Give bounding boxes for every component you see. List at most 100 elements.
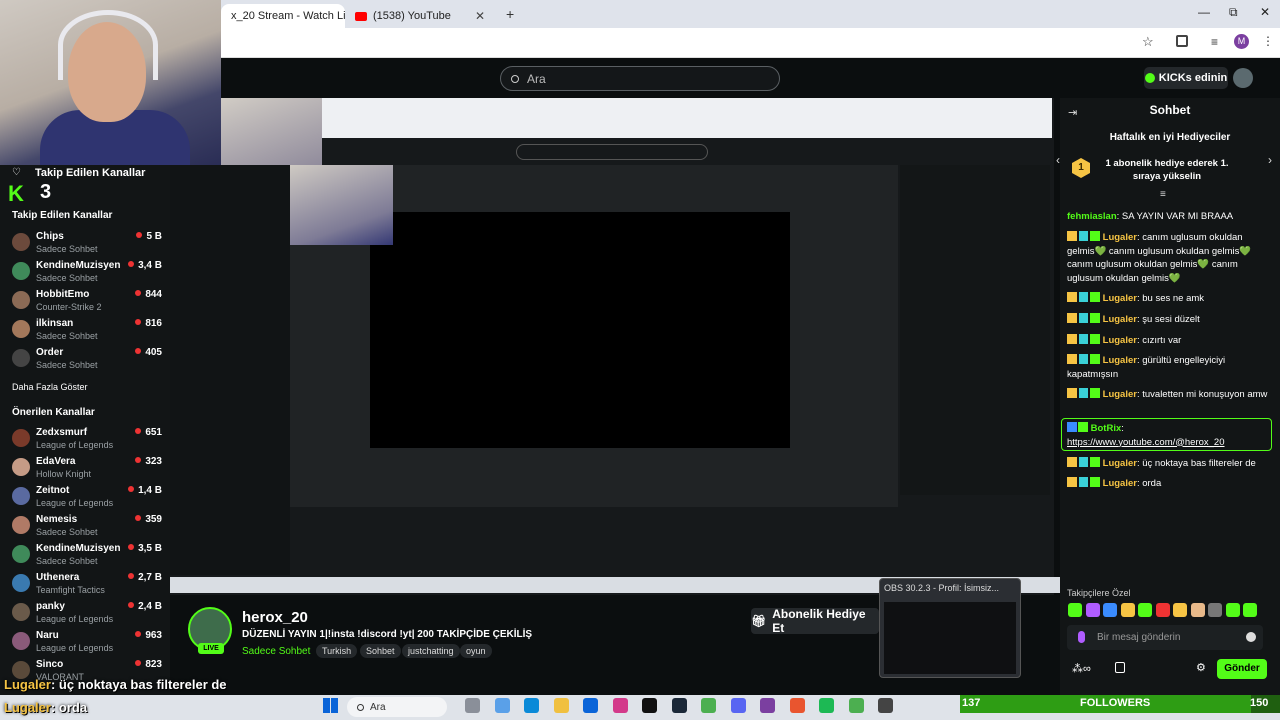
chat-link[interactable]: https://www.youtube.com/@herox_20 [1067, 437, 1225, 448]
emoji-icon[interactable] [1246, 632, 1256, 642]
channel-row[interactable]: Naru League of Legends 963 [12, 628, 162, 656]
user-avatar[interactable] [1233, 68, 1253, 88]
gift-subscription-button[interactable]: 🎁︎ Abonelik Hediye Et [751, 607, 879, 635]
media-control-icon[interactable]: ≡ [1211, 35, 1218, 49]
taskbar-app-icon[interactable] [760, 698, 775, 713]
chat-input[interactable]: Bir mesaj gönderin [1067, 625, 1263, 650]
taskbar-app-icon[interactable] [878, 698, 893, 713]
taskbar-app-icon[interactable] [465, 698, 480, 713]
chevron-right-icon[interactable]: › [1268, 153, 1272, 167]
channel-category: League of Legends [36, 498, 114, 508]
tag-justchatting[interactable]: justchatting [402, 644, 460, 658]
channel-name: HobbitEmo [36, 289, 90, 300]
send-button[interactable]: Gönder [1217, 659, 1267, 679]
taskbar-search[interactable]: Ara [347, 697, 447, 717]
emote-icon[interactable] [1085, 603, 1100, 617]
gift-box-icon[interactable] [1115, 662, 1125, 673]
channel-row[interactable]: KendineMuzisyen Sadece Sohbet 3,5 B [12, 541, 162, 569]
chat-username[interactable]: Lugaler [1103, 232, 1137, 243]
taskbar-app-icon[interactable] [789, 698, 805, 713]
chat-username[interactable]: fehmiaslan [1067, 211, 1117, 222]
channel-row[interactable]: Nemesis Sadece Sohbet 359 [12, 512, 162, 540]
close-window-button[interactable]: ✕ [1260, 5, 1270, 19]
channel-row[interactable]: EdaVera Hollow Knight 323 [12, 454, 162, 482]
channel-row[interactable]: ilkinsan Sadece Sohbet 816 [12, 316, 162, 344]
channel-row[interactable]: Chips Sadece Sohbet 5 B [12, 229, 162, 257]
chat-username[interactable]: Lugaler [1103, 314, 1137, 325]
settings-gear-icon[interactable]: ⚙ [1196, 661, 1206, 674]
chat-username[interactable]: BotRix [1091, 423, 1122, 434]
taskbar-app-icon[interactable] [642, 698, 657, 713]
minimize-button[interactable]: — [1198, 5, 1210, 19]
channel-row[interactable]: Uthenera Teamfight Tactics 2,7 B [12, 570, 162, 598]
stream-title: DÜZENLİ YAYIN 1|!insta !discord !yt| 200… [242, 629, 533, 640]
emote-icon[interactable] [1173, 603, 1187, 617]
channel-row[interactable]: KendineMuzisyen Sadece Sohbet 3,4 B [12, 258, 162, 286]
chevron-left-icon[interactable]: ‹ [1056, 153, 1060, 167]
chat-tools-icon[interactable]: ⁂∞ [1072, 662, 1091, 675]
emote-icon[interactable] [1225, 603, 1240, 617]
streamer-name[interactable]: herox_20 [242, 609, 308, 626]
taskbar-app-icon[interactable] [583, 698, 598, 713]
tag-sohbet[interactable]: Sohbet [360, 644, 401, 658]
kicks-button[interactable]: KICKs edinin [1144, 67, 1228, 89]
chat-username[interactable]: Lugaler [1103, 293, 1137, 304]
chat-badges-icon [1067, 334, 1100, 344]
show-more-link[interactable]: Daha Fazla Göster [12, 382, 88, 392]
channel-name: panky [36, 601, 65, 612]
taskbar-app-icon[interactable] [494, 698, 510, 713]
top-gifters-title: Haftalık en iyi Hediyeciler [1109, 132, 1231, 143]
taskbar-app-icon[interactable] [524, 698, 539, 713]
taskbar-app-icon[interactable] [701, 698, 716, 713]
mic-icon[interactable] [1078, 631, 1085, 643]
channel-row[interactable]: Zeitnot League of Legends 1,4 B [12, 483, 162, 511]
chat-username[interactable]: Lugaler [1103, 335, 1137, 346]
menu-kebab-icon[interactable]: ⋮ [1262, 34, 1274, 48]
channel-avatar [12, 429, 30, 447]
emote-icon[interactable] [1103, 603, 1117, 617]
emote-icon[interactable] [1138, 603, 1152, 617]
emote-icon[interactable] [1208, 603, 1222, 617]
search-input[interactable]: Ara [500, 66, 780, 91]
emote-icon[interactable] [1243, 603, 1257, 617]
extensions-icon[interactable] [1176, 35, 1188, 47]
channel-row[interactable]: HobbitEmo Counter-Strike 2 844 [12, 287, 162, 315]
channel-row[interactable]: panky League of Legends 2,4 B [12, 599, 162, 627]
taskbar-app-icon[interactable] [671, 698, 687, 713]
emote-icon[interactable] [1068, 603, 1082, 617]
chat-username[interactable]: Lugaler [1103, 355, 1137, 366]
tab-youtube[interactable]: (1538) YouTube ✕ [345, 4, 495, 28]
viewer-count: 816 [135, 318, 162, 329]
maximize-button[interactable]: ⧉ [1229, 5, 1238, 20]
viewer-count: 1,4 B [128, 485, 162, 496]
emote-icon[interactable] [1120, 603, 1135, 617]
chat-username[interactable]: Lugaler [1103, 478, 1137, 489]
tab-kick-stream[interactable]: x_20 Stream - Watch Live o ✕ [221, 4, 345, 28]
chat-username[interactable]: Lugaler [1103, 389, 1137, 400]
taskbar-app-icon[interactable] [612, 698, 628, 713]
close-icon[interactable]: ✕ [475, 9, 485, 23]
profile-avatar[interactable]: M [1234, 34, 1249, 49]
capture-webcam-nested [289, 165, 393, 245]
channel-row[interactable]: Order Sadece Sohbet 405 [12, 345, 162, 373]
tag-turkish[interactable]: Turkish [316, 644, 358, 658]
chat-text: orda [1142, 478, 1162, 489]
chat-username[interactable]: Lugaler [1103, 458, 1137, 469]
windows-start-icon[interactable] [323, 698, 338, 713]
taskbar-app-icon[interactable] [553, 698, 569, 713]
stream-category[interactable]: Sadece Sohbet [242, 646, 310, 657]
emote-icon[interactable] [1190, 603, 1205, 617]
tag-oyun[interactable]: oyun [460, 644, 492, 658]
emote-icon[interactable] [1155, 603, 1170, 617]
expand-icon[interactable]: ≡ [1160, 189, 1166, 200]
chat-message: Lugaler: tuvaletten mi konuşuyon amw [1067, 388, 1272, 402]
chat-message: Lugaler: üç noktaya bas filtereler de [1067, 457, 1272, 471]
taskbar-app-icon[interactable] [730, 698, 746, 713]
new-tab-button[interactable]: + [506, 6, 514, 22]
taskbar-app-icon[interactable] [848, 698, 864, 713]
bookmark-star-icon[interactable]: ☆ [1142, 34, 1154, 50]
obs-thumbnail [884, 602, 1016, 674]
channel-row[interactable]: Zedxsmurf League of Legends 651 [12, 425, 162, 453]
taskbar-app-icon[interactable] [819, 698, 834, 713]
channel-category: Teamfight Tactics [36, 585, 105, 595]
